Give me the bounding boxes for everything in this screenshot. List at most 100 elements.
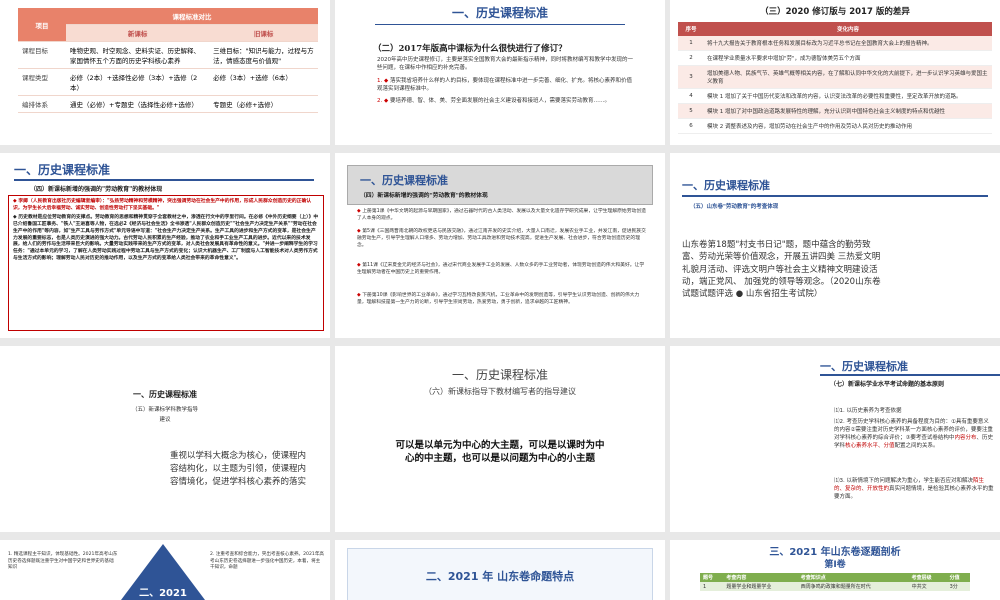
- row-no: 4: [678, 88, 704, 104]
- title-underline: [14, 179, 314, 181]
- principle-2-text: 配置之间的关系。: [894, 442, 939, 449]
- feature-point-2: 2. 注重考查和综合能力，突出考查核心素养。2021年高考山东历史卷选择题进一步…: [210, 552, 325, 571]
- slide-thumbnail-4[interactable]: 一、历史课程标准 （四）新课标新增的强调的"劳动教育"的教材体现 ◆ 李卿（人民…: [0, 153, 330, 338]
- col-new-header: 新课标: [66, 24, 210, 42]
- title-underline: [375, 24, 625, 25]
- table-row: 3 增加美德人物、民族气节、英雄气概等相关内容，在了解和认同中华文化的大前提下，进…: [678, 65, 992, 89]
- bullet-item: 1. ◆ 落实我省培养什么样的人的目标，要体现在课程标准中进一步完善、细化、扩充…: [377, 78, 632, 92]
- col-header: 题号: [700, 573, 724, 582]
- slide-subtitle: （二）2017年版高中课标为什么很快进行了修订？: [373, 44, 567, 54]
- table-row: 课程类型 必修（2本）+选择性必修（3本）+选修（2本） 必修（3本）+选修（6…: [18, 68, 318, 96]
- bullet-text: 下册第10课《影响世界的工业革命》，通过学习瓦特改良蒸汽机，工业革命中的发明创造…: [357, 293, 640, 305]
- slide-subtitle: （六）新课标指导下教材编写者的指导建议: [424, 387, 576, 396]
- body-paragraph: 重视以学科大概念为核心，使课程内容结构化，以主题为引领，使课程内容情境化，促进学…: [170, 451, 307, 487]
- bullet-item: 2. ◆ 要培养德、智、体、美、劳全面发展的社会主义建设者和接班人，需要落实劳动…: [377, 98, 610, 104]
- table-row: 4 模块 1 增加了关于中国历代变法和改革的内容，认识变法改革的必要性和重要性，坚…: [678, 88, 992, 104]
- bullet-text: 第5课《三国两晋南北朝的政权更迭与民族交融》，通过江南开发的史实介绍，大量人口南…: [357, 229, 646, 248]
- row-text: 将十九大报告关于教育根本任务和发展目标改为习近平总书记在全国教育大会上的报告精神…: [704, 36, 992, 51]
- row-new-cell: 唯物史观、时空观念、史料实证、历史解释、家国情怀五个方面的历史学科核心素养: [66, 41, 210, 69]
- table-row: 2 在课程学业质量水平要求中增加"劳"，成为德智体美劳五个方面: [678, 50, 992, 66]
- bullet-text: 第11课《辽宋夏金元的经济与社会》，通过宋代商业发展手工业的发展、人数众多的手工…: [357, 263, 645, 275]
- slide-title: （三）2020 修订版与 2017 版的差异: [760, 7, 910, 17]
- slide-thumbnail-1[interactable]: 项目 课程标准对比 新课标 旧课标 课程目标 唯物史观、时空观念、史料实证、历史…: [0, 0, 330, 145]
- bullet-item: ◆ 下册第10课《影响世界的工业革命》，通过学习瓦特改良蒸汽机，工业革命中的发明…: [357, 293, 640, 305]
- row-new-cell: 通史（必修）+专题史（选择性必修+选修）: [66, 95, 210, 113]
- table-row: 编排体系 通史（必修）+专题史（选择性必修+选修） 专题史（必修+选修）: [18, 95, 318, 113]
- row-text: 在课程学业质量水平要求中增加"劳"，成为德智体美劳五个方面: [704, 50, 992, 66]
- col-content-header: 变化内容: [704, 22, 992, 36]
- slide-thumbnail-11[interactable]: 二、2021 年 山东卷命题特点: [335, 540, 665, 600]
- slide-subtitle: （四）新课标新增的强调的"劳动教育"的教材体现: [360, 193, 488, 199]
- table-row: 1 题量学业和题量学业 西周争鸣的政策和题量所在时代 中共文 3分: [700, 582, 970, 591]
- row-no: 2: [678, 50, 704, 66]
- row-label: 课程目标: [18, 41, 66, 69]
- principle-3-text: ⑴3. 以新情境下的问题解决为重心，学生能否应对和解决: [834, 478, 973, 484]
- slide-title: 一、历史课程标准: [133, 389, 197, 399]
- diff-table: 序号 变化内容 1 将十九大报告关于教育根本任务和发展目标改为习近平总书记在全国教…: [678, 22, 992, 134]
- row-no: 3: [678, 65, 704, 89]
- table-row: 1 将十九大报告关于教育根本任务和发展目标改为习近平总书记在全国教育大会上的报告精…: [678, 36, 992, 51]
- slide-thumbnail-3[interactable]: （三）2020 修订版与 2017 版的差异 序号 变化内容 1 将十九大报告关于…: [670, 0, 1000, 145]
- slide-thumbnail-9[interactable]: 一、历史课程标准 （七）新课标学业水平考试命题的基本原则 ⑴1. 以历史素养为考…: [670, 346, 1000, 532]
- col-header: 考查层级: [908, 573, 947, 582]
- table-row: 6 模块 2 调整表述及内容，增加劳动在社会生产中的作用及劳动人民对历史的推动作用: [678, 118, 992, 134]
- row-text: 增加美德人物、民族气节、英雄气概等相关内容，在了解和认同中华文化的大前提下，进一…: [704, 65, 992, 89]
- principle-2: ⑴2. 考查历史学科核心素养的具备程度为目的：①具有重要意义的内容②需要注重对历…: [834, 419, 994, 451]
- red-quote: ◆ 李卿（人民教育出版社历史编辑室编审）："弘扬劳动精神和劳模精神，突出强调劳动…: [13, 199, 312, 211]
- col-compare-header: 课程标准对比: [66, 8, 318, 25]
- quote-box: ◆ 李卿（人民教育出版社历史编辑室编审）："弘扬劳动精神和劳模精神，突出强调劳动…: [8, 195, 324, 331]
- row-no: 5: [678, 103, 704, 119]
- slide-subtitle: （四）新课标新增的强调的"劳动教育"的教材体现: [30, 186, 163, 193]
- slide-thumbnail-10[interactable]: 1. 精选课程主干知识，体现基础性。2021年高考山东历史卷选择题既注重学生对中…: [0, 540, 330, 600]
- slide-thumbnail-8[interactable]: 一、历史课程标准 （六）新课标指导下教材编写者的指导建议 可以是以单元为中心的大…: [335, 346, 665, 532]
- body-paragraph: 山东卷第18题"村支书日记"题，题中蕴含的勤劳致富、劳动光荣等价值观念，开展五讲…: [682, 240, 881, 300]
- row-old-cell: 必修（3本）+选修（6本）: [209, 68, 318, 96]
- col-header: 分值: [946, 573, 970, 582]
- cell: 西周争鸣的政策和题量所在时代: [797, 582, 909, 591]
- bullet-item: ◆ 第11课《辽宋夏金元的经济与社会》，通过宋代商业发展手工业的发展、人数众多的…: [357, 263, 645, 275]
- feature-point-1: 1. 精选课程主干知识，体现基础性。2021年高考山东历史卷选择题既注重学生对中…: [8, 552, 118, 571]
- row-text: 模块 2 调整表述及内容，增加劳动在社会生产中的作用及劳动人民对历史的推动作用: [704, 118, 992, 134]
- row-text: 模块 1 增加了关于中国历代变法和改革的内容，认识变法改革的必要性和重要性，坚定…: [704, 88, 992, 104]
- cell: 1: [700, 582, 724, 591]
- row-old-cell: 专题史（必修+选修）: [209, 95, 318, 113]
- slide-title: 一、历史课程标准: [682, 179, 770, 192]
- body-paragraph: 可以是以单元为中心的大主题，可以是以课时为中心的中主题，也可以是以问题为中心的小…: [395, 440, 605, 465]
- slide-subtitle: （七）新课标学业水平考试命题的基本原则: [830, 381, 945, 388]
- body-text: 历史教材是应位劳动教育的支撑点。劳动教育的思想和精神贯穿于全套教材之中，渗透在行…: [13, 215, 319, 261]
- slide-thumbnail-5[interactable]: 一、历史课程标准 （四）新课标新增的强调的"劳动教育"的教材体现 ◆ 上册第1课…: [335, 153, 665, 338]
- slide-subtitle: （五）山东卷"劳动教育"的考查体现: [690, 204, 779, 210]
- row-text: 模块 1 增加了对中国政治道路发展特性的理解，充分认识到中国特色社会主义制度的特…: [704, 103, 992, 119]
- body-paragraph: 2020年高中历史课程修订，主要是落实全国教育大会的最新指示精神，同时将教材编写…: [377, 57, 634, 71]
- body-paragraph: ◆ 历史教材是应位劳动教育的支撑点。劳动教育的思想和精神贯穿于全套教材之中，渗透…: [13, 215, 319, 261]
- cell: 题量学业和题量学业: [723, 582, 798, 591]
- row-label: 编排体系: [18, 95, 66, 113]
- title-underline: [820, 374, 1000, 376]
- slide-thumbnail-2[interactable]: 一、历史课程标准 （二）2017年版高中课标为什么很快进行了修订？ 2020年高…: [335, 0, 665, 145]
- badge-text: 二、2021: [139, 588, 187, 599]
- principle-1: ⑴1. 以历史素养为考查依据: [834, 408, 902, 414]
- highlight-text: 内容分布: [954, 434, 977, 441]
- row-no: 1: [678, 36, 704, 51]
- slide-title: 一、历史课程标准: [451, 368, 548, 382]
- table-row: 课程目标 唯物史观、时空观念、史料实证、历史解释、家国情怀五个方面的历史学科核心…: [18, 41, 318, 69]
- slide-thumbnail-7[interactable]: 一、历史课程标准 （五）新课标学科教学指导 建议 重视以学科大概念为核心，使课程…: [0, 346, 330, 532]
- cell: 中共文: [908, 582, 947, 591]
- slide-subtitle: 第Ⅰ卷: [824, 560, 846, 570]
- curriculum-compare-table: 项目 课程标准对比 新课标 旧课标 课程目标 唯物史观、时空观念、史料实证、历史…: [18, 8, 318, 113]
- slide-title: 一、历史课程标准: [360, 174, 448, 187]
- slide-thumbnail-12[interactable]: 三、2021 年山东卷逐题剖析 第Ⅰ卷 题号 考查内容 考查知识点 考查层级 分…: [670, 540, 1000, 600]
- analysis-table: 题号 考查内容 考查知识点 考查层级 分值 1 题量学业和题量学业 西周争鸣的政…: [700, 573, 970, 591]
- slide-subtitle: （五）新课标学科教学指导: [131, 407, 198, 413]
- bullet-text: 上册第1课《中华文明的起源与早期国家》，通过石器时代的古人类活动、发展以及大量文…: [357, 209, 646, 221]
- col-header: 考查知识点: [797, 573, 909, 582]
- bullet-item: ◆ 上册第1课《中华文明的起源与早期国家》，通过石器时代的古人类活动、发展以及大…: [357, 209, 646, 221]
- slide-title: 一、历史课程标准: [820, 360, 908, 373]
- slide-thumbnail-6[interactable]: 一、历史课程标准 （五）山东卷"劳动教育"的考查体现 山东卷第18题"村支书日记…: [670, 153, 1000, 338]
- row-new-cell: 必修（2本）+选择性必修（3本）+选修（2本）: [66, 68, 210, 96]
- highlight-text: 核心素养水平、分值: [845, 442, 895, 449]
- title-box: 一、历史课程标准 （四）新课标新增的强调的"劳动教育"的教材体现: [347, 165, 653, 205]
- row-old-cell: 三维目标："知识与能力，过程与方法，情感态度与价值观": [209, 41, 318, 69]
- slide-title: 二、2021 年 山东卷命题特点: [425, 570, 575, 583]
- slide-title: 一、历史课程标准: [14, 163, 111, 177]
